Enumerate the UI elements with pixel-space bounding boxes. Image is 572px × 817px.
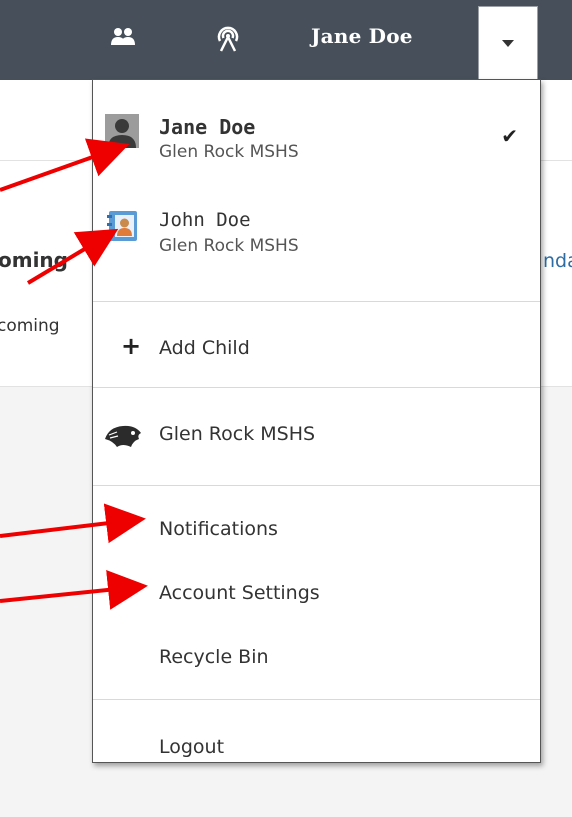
upcoming-heading: oming [0, 248, 68, 272]
people-icon[interactable] [110, 27, 136, 51]
top-navigation-bar: Jane Doe [0, 0, 572, 80]
notifications-item[interactable]: Notifications [93, 486, 540, 561]
plus-icon: + [121, 332, 142, 360]
account-item-jane-doe[interactable]: Jane Doe Glen Rock MSHS ✔ [93, 80, 540, 177]
school-name: Glen Rock MSHS [159, 423, 316, 445]
checkmark-icon: ✔ [501, 124, 518, 148]
upcoming-text: coming [0, 316, 60, 336]
account-settings-label: Account Settings [159, 582, 320, 604]
account-school: Glen Rock MSHS [159, 142, 299, 162]
calendar-link[interactable]: nda [543, 250, 572, 272]
user-silhouette-icon [105, 114, 139, 152]
logout-item[interactable]: Logout [93, 700, 540, 762]
account-menu-toggle[interactable] [478, 6, 538, 80]
recycle-bin-label: Recycle Bin [159, 646, 269, 668]
add-child-item[interactable]: + Add Child [93, 302, 540, 387]
account-settings-item[interactable]: Account Settings [93, 561, 540, 623]
account-school: Glen Rock MSHS [159, 236, 299, 256]
school-item[interactable]: Glen Rock MSHS [93, 388, 540, 485]
account-name: John Doe [159, 209, 251, 231]
school-mascot-icon [103, 421, 143, 455]
notifications-label: Notifications [159, 518, 278, 540]
logout-label: Logout [159, 736, 225, 758]
recycle-bin-item[interactable]: Recycle Bin [93, 623, 540, 696]
account-name: Jane Doe [159, 115, 256, 139]
account-item-john-doe[interactable]: John Doe Glen Rock MSHS [93, 202, 540, 297]
add-child-label: Add Child [159, 337, 250, 359]
signal-icon[interactable] [215, 24, 241, 56]
chevron-down-icon [502, 40, 514, 47]
student-contact-icon [105, 209, 139, 247]
user-name-label[interactable]: Jane Doe [311, 24, 413, 48]
account-dropdown-menu: Jane Doe Glen Rock MSHS ✔ John Doe Glen … [92, 79, 541, 763]
